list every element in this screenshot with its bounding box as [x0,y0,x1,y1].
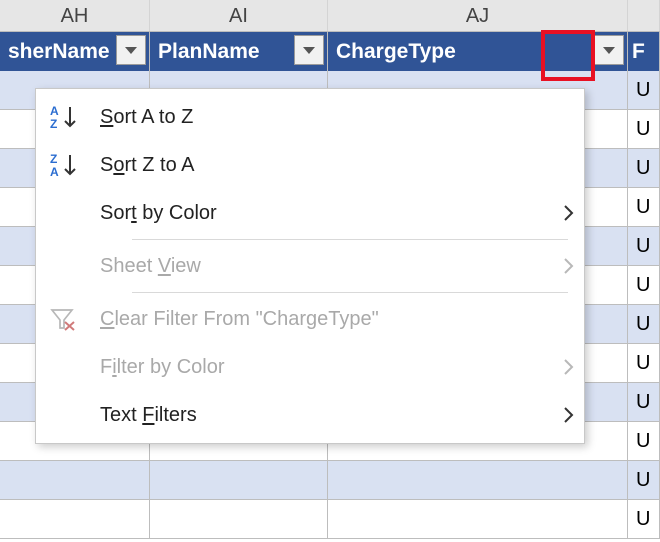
cell[interactable]: U [628,500,660,539]
menu-label: Sheet View [100,255,554,278]
menu-sort-za[interactable]: Z A Sort Z to A [36,141,584,189]
menu-separator [132,292,568,293]
cell[interactable]: U [628,422,660,461]
menu-text-filters[interactable]: Text Filters [36,391,584,439]
dropdown-icon [303,47,315,54]
menu-label: Filter by Color [100,356,554,379]
dropdown-icon [125,47,137,54]
table-row: U [0,500,660,539]
svg-text:A: A [50,104,59,118]
sort-az-icon: A Z [50,104,100,130]
chevron-right-icon [554,358,584,376]
column-letter-text: AH [61,5,89,27]
table-row: U [0,461,660,500]
table-header-label: ChargeType [336,40,456,64]
cell[interactable]: U [628,149,660,188]
cell[interactable]: U [628,71,660,110]
column-letter-row: AH AI AJ [0,0,660,32]
menu-sheet-view: Sheet View [36,242,584,290]
cell[interactable]: U [628,344,660,383]
menu-sort-az[interactable]: A Z Sort A to Z [36,93,584,141]
cell[interactable]: U [628,461,660,500]
menu-label: Sort by Color [100,202,554,225]
cell[interactable]: U [628,266,660,305]
column-letter[interactable]: AI [150,0,328,31]
cell[interactable]: U [628,227,660,266]
column-letter-text: AI [229,5,248,27]
clear-filter-icon [50,307,100,331]
table-header-label: sherName [8,40,110,64]
column-letter[interactable] [628,0,660,31]
cell[interactable] [328,461,628,500]
table-header-cell[interactable]: PlanName [150,32,328,71]
column-letter[interactable]: AH [0,0,150,31]
svg-text:Z: Z [50,117,57,130]
dropdown-icon [603,47,615,54]
menu-label: Text Filters [100,404,554,427]
menu-label: Clear Filter From "ChargeType" [100,308,584,331]
cell[interactable] [0,500,150,539]
cell[interactable] [328,500,628,539]
table-header-label: PlanName [158,40,260,64]
column-letter[interactable]: AJ [328,0,628,31]
table-header-cell[interactable]: sherName [0,32,150,71]
table-header-cell[interactable]: ChargeType [328,32,628,71]
cell[interactable]: U [628,383,660,422]
table-header-label: F [632,40,645,64]
table-header-cell[interactable]: F [628,32,660,71]
menu-sort-color[interactable]: Sort by Color [36,189,584,237]
cell[interactable]: U [628,188,660,227]
cell[interactable]: U [628,110,660,149]
menu-label: Sort Z to A [100,154,584,177]
column-letter-text: AJ [466,5,489,27]
filter-button-aj[interactable] [594,35,624,65]
sort-za-icon: Z A [50,152,100,178]
chevron-right-icon [554,406,584,424]
filter-button-ai[interactable] [294,35,324,65]
svg-text:A: A [50,165,59,178]
chevron-right-icon [554,204,584,222]
chevron-right-icon [554,257,584,275]
menu-label: Sort A to Z [100,106,584,129]
cell[interactable] [150,500,328,539]
filter-dropdown-menu: A Z Sort A to Z Z A Sort Z to A Sort by … [35,88,585,444]
cell[interactable]: U [628,305,660,344]
cell[interactable] [0,461,150,500]
filter-button-ah[interactable] [116,35,146,65]
table-header-row: sherName PlanName ChargeType F [0,32,660,71]
menu-clear-filter: Clear Filter From "ChargeType" [36,295,584,343]
svg-text:Z: Z [50,152,57,166]
menu-separator [132,239,568,240]
menu-filter-color: Filter by Color [36,343,584,391]
cell[interactable] [150,461,328,500]
